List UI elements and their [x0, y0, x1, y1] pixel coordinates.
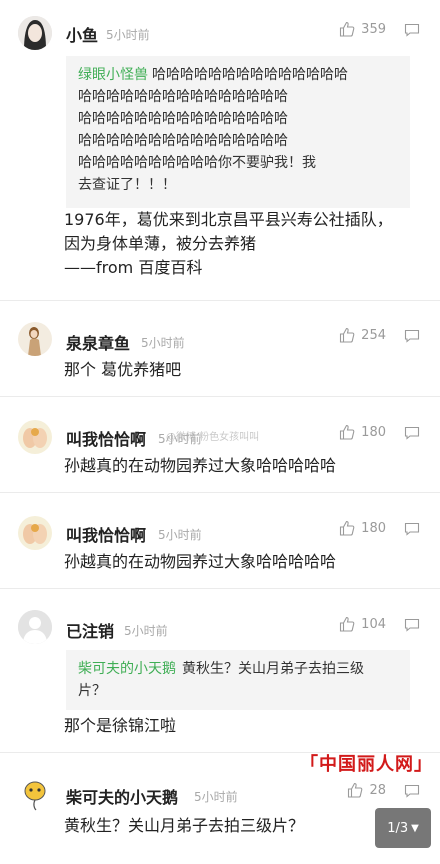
commenter-name[interactable]: 叫我恰恰啊 [66, 426, 146, 450]
quote-line: 片？ [78, 683, 106, 699]
comment-time: 5小时前 [158, 528, 202, 542]
quoted-comment: 柴可夫的小天鹅 黄秋生？关山月弟子去拍三级 片？ [66, 650, 410, 710]
caret-down-icon: ▼ [411, 822, 419, 834]
comment-text: 孙越真的在动物园养过大象哈哈哈哈哈 [64, 454, 422, 478]
comment-line: 因为身体单薄，被分去养猪 [64, 234, 257, 253]
page-indicator-label: 1/3 [387, 820, 409, 836]
site-logo: 「中国丽人网」 [300, 754, 433, 775]
quoted-author[interactable]: 柴可夫的小天鹅 [78, 661, 176, 677]
commenter-name[interactable]: 柴可夫的小天鹅 [66, 784, 178, 808]
commenter-name[interactable]: 叫我恰恰啊 [66, 522, 146, 546]
reply-icon[interactable] [404, 784, 420, 798]
avatar[interactable] [18, 420, 52, 454]
quote-line: 去查证了！！！ [78, 177, 176, 193]
avatar[interactable] [18, 778, 52, 812]
quote-line: 哈哈哈哈哈哈哈哈哈哈哈哈哈哈 [152, 67, 348, 83]
comment-line: 黄秋生？关山月弟子去拍三级片？ [64, 816, 305, 835]
comment-time: 5小时前 [194, 790, 238, 804]
reply-icon[interactable] [404, 23, 420, 37]
comment-item: 叫我恰恰啊 5小时前 180 孙越真的在动物园养过大象哈哈哈哈哈 [0, 396, 440, 493]
quote-line: 哈哈哈哈哈哈哈哈哈哈哈哈哈哈哈 [78, 111, 288, 127]
like-button[interactable]: 254 [339, 327, 386, 343]
comment-item: 小鱼 5小时前 359 绿眼小怪兽 哈哈哈哈哈哈哈哈哈哈哈哈哈哈 哈哈哈哈哈哈哈哈… [0, 0, 440, 301]
like-count: 359 [361, 21, 386, 37]
comment-line: 那个 葛优养猪吧 [64, 360, 182, 379]
comment-text: 那个 葛优养猪吧 [64, 358, 422, 382]
quote-line: 黄秋生？关山月弟子去拍三级 [182, 661, 364, 677]
comment-text: 孙越真的在动物园养过大象哈哈哈哈哈 [64, 550, 422, 574]
comment-time: 5小时前 [124, 624, 168, 638]
thumbs-up-icon [340, 424, 355, 440]
thumbs-up-icon [340, 327, 355, 343]
avatar[interactable] [18, 610, 52, 644]
commenter-name[interactable]: 泉泉章鱼 [66, 330, 130, 354]
reply-icon[interactable] [404, 618, 420, 632]
commenter-name[interactable]: 小鱼 [66, 22, 98, 46]
avatar[interactable] [18, 16, 52, 50]
comment-text: 那个是徐锦江啦 [64, 714, 422, 738]
comment-line: 孙越真的在动物园养过大象哈哈哈哈哈 [64, 456, 337, 475]
reply-icon[interactable] [404, 426, 420, 440]
comment-time: 5小时前 [106, 28, 150, 42]
like-button[interactable]: 180 [339, 424, 386, 440]
like-count: 104 [361, 616, 386, 632]
comment-item: 已注销 5小时前 104 柴可夫的小天鹅 黄秋生？关山月弟子去拍三级 片？ 那个是… [0, 588, 440, 753]
like-count: 28 [369, 782, 386, 798]
avatar[interactable] [18, 516, 52, 550]
comment-line: 那个是徐锦江啦 [64, 716, 177, 735]
thumbs-up-icon [348, 782, 363, 798]
reply-icon[interactable] [404, 522, 420, 536]
comment-item: 叫我恰恰啊 5小时前 180 孙越真的在动物园养过大象哈哈哈哈哈 [0, 492, 440, 589]
like-button[interactable]: 359 [339, 21, 386, 37]
like-count: 180 [361, 424, 386, 440]
quoted-author[interactable]: 绿眼小怪兽 [78, 67, 148, 83]
like-count: 254 [361, 327, 386, 343]
reply-icon[interactable] [404, 329, 420, 343]
quote-line: 哈哈哈哈哈哈哈哈哈哈哈哈哈哈哈 [78, 133, 288, 149]
quote-line: 哈哈哈哈哈哈哈哈哈哈你不要驴我！我 [78, 155, 316, 171]
weibo-watermark: @微博 粉色女孩叫叫 [166, 432, 260, 443]
quoted-comment: 绿眼小怪兽 哈哈哈哈哈哈哈哈哈哈哈哈哈哈 哈哈哈哈哈哈哈哈哈哈哈哈哈哈哈 哈哈哈哈… [66, 56, 410, 208]
comment-line: 1976年，葛优来到北京昌平县兴寿公社插队， [64, 210, 393, 229]
comment-text: 黄秋生？关山月弟子去拍三级片？ [64, 814, 422, 838]
like-button[interactable]: 28 [347, 782, 386, 798]
thumbs-up-icon [340, 616, 355, 632]
comment-line: ——from 百度百科 [64, 258, 203, 277]
like-button[interactable]: 104 [339, 616, 386, 632]
comment-item: 泉泉章鱼 5小时前 254 那个 葛优养猪吧 [0, 300, 440, 397]
avatar[interactable] [18, 322, 52, 356]
like-count: 180 [361, 520, 386, 536]
thumbs-up-icon [340, 520, 355, 536]
page-indicator-button[interactable]: 1/3 ▼ [375, 808, 431, 848]
commenter-name[interactable]: 已注销 [66, 618, 114, 642]
comment-line: 孙越真的在动物园养过大象哈哈哈哈哈 [64, 552, 337, 571]
like-button[interactable]: 180 [339, 520, 386, 536]
comment-text: 1976年，葛优来到北京昌平县兴寿公社插队， 因为身体单薄，被分去养猪 ——fr… [64, 208, 422, 280]
quote-line: 哈哈哈哈哈哈哈哈哈哈哈哈哈哈哈 [78, 89, 288, 105]
comment-time: 5小时前 [141, 336, 185, 350]
thumbs-up-icon [340, 21, 355, 37]
